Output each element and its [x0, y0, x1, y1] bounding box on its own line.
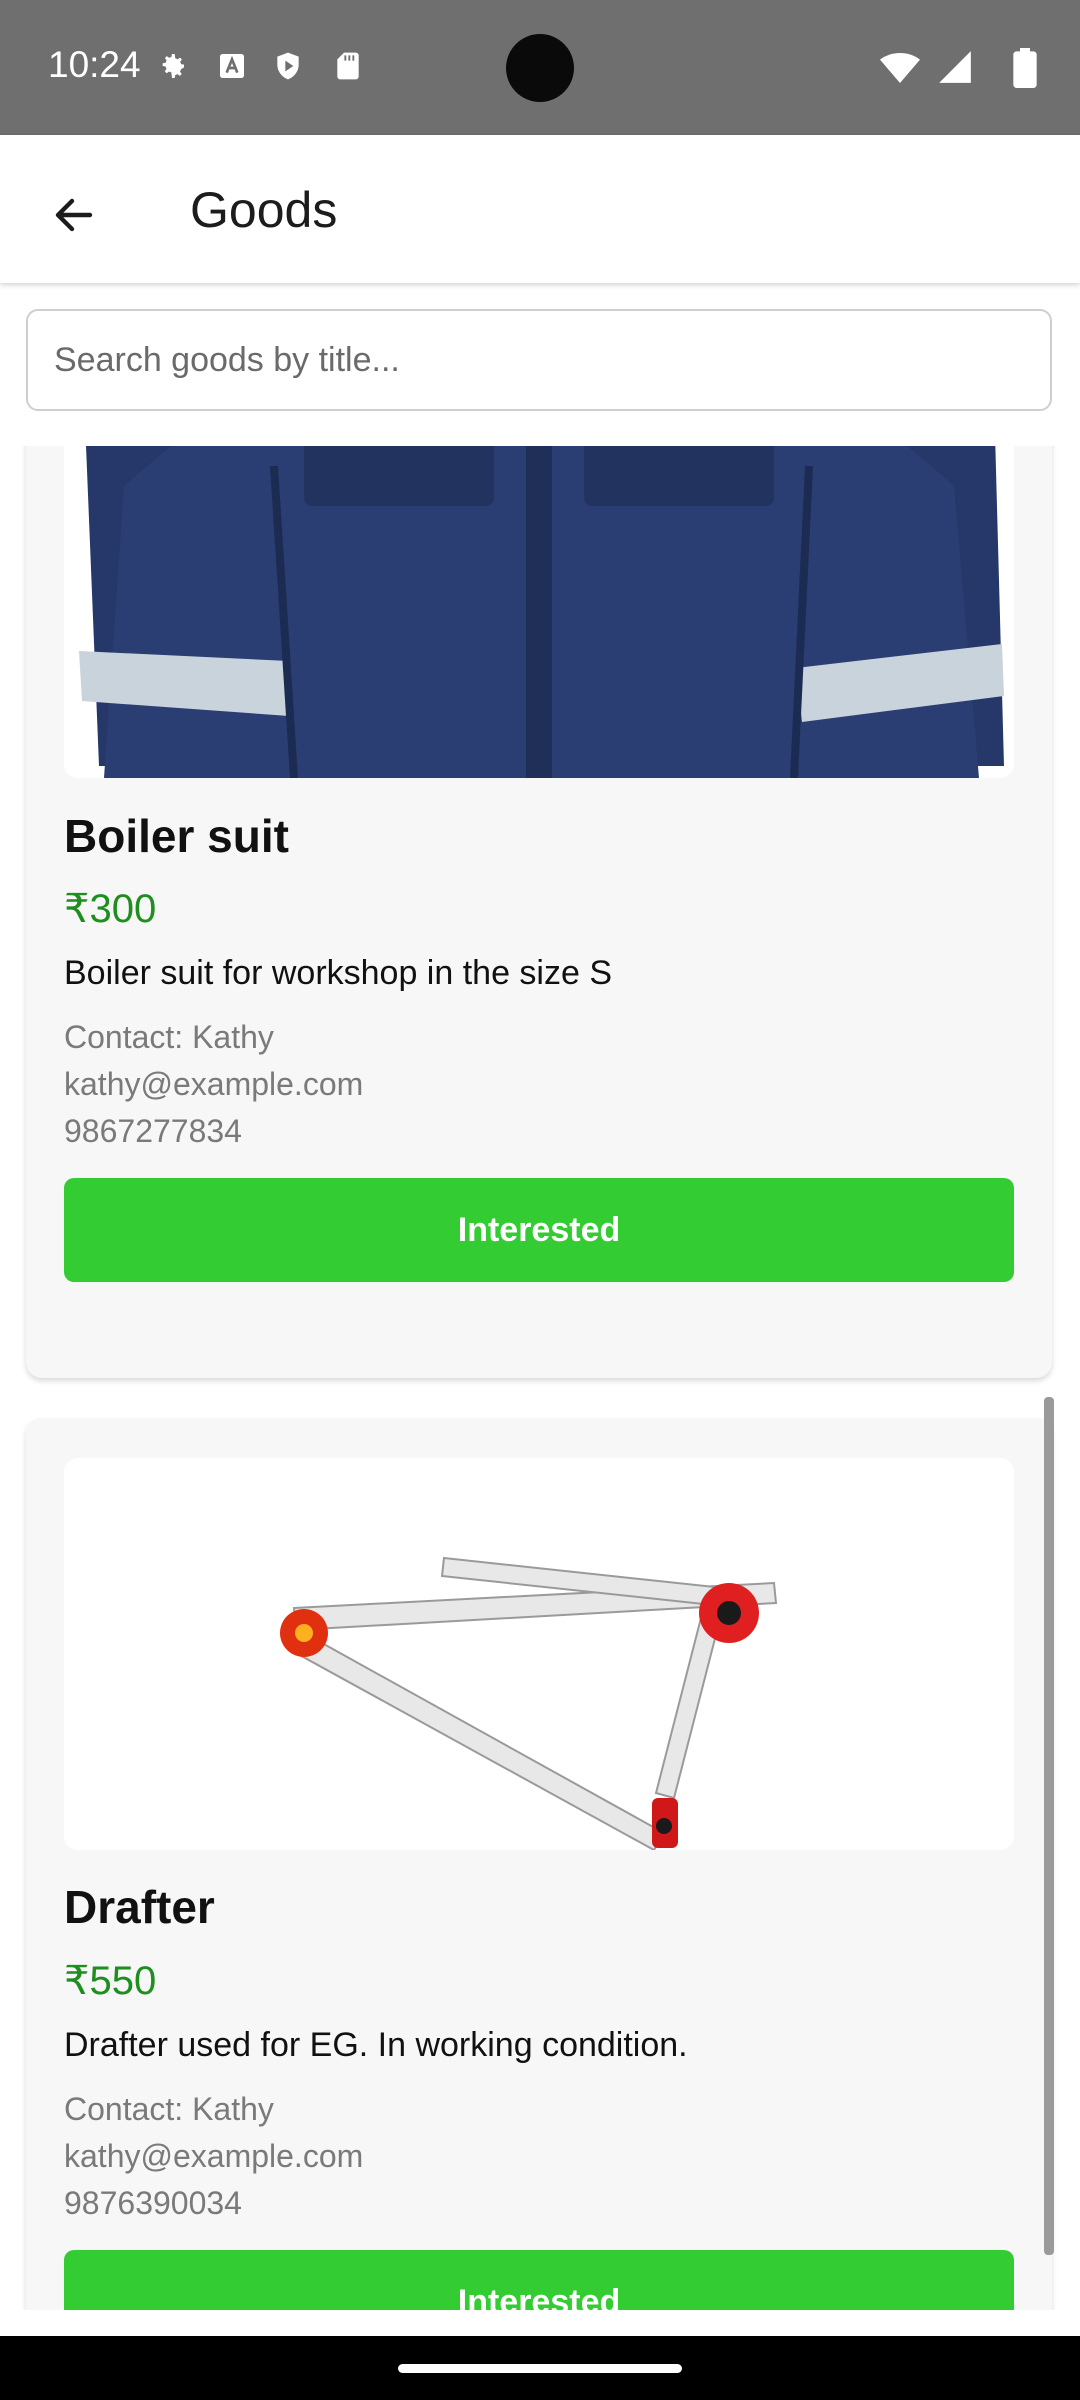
- goods-title: Drafter: [64, 1881, 215, 1933]
- status-bar: 10:24: [0, 0, 1080, 135]
- app-bar: Goods: [0, 135, 1080, 283]
- goods-card: Drafter ₹550 Drafter used for EG. In wor…: [26, 1418, 1052, 2310]
- goods-image: [64, 446, 1014, 778]
- signal-icon: [939, 51, 971, 83]
- goods-description: Boiler suit for workshop in the size S: [64, 954, 613, 992]
- goods-email: kathy@example.com: [64, 2138, 364, 2174]
- goods-contact: Contact: Kathy: [64, 1019, 274, 1055]
- goods-description: Drafter used for EG. In working conditio…: [64, 2026, 688, 2064]
- back-button[interactable]: [38, 179, 110, 251]
- goods-phone: 9876390034: [64, 2185, 242, 2221]
- status-time: 10:24: [48, 44, 141, 85]
- font-a-icon: [220, 54, 244, 78]
- goods-email: kathy@example.com: [64, 1066, 364, 1102]
- scrollbar[interactable]: [1044, 1397, 1054, 2255]
- battery-icon: [1013, 48, 1037, 88]
- goods-title: Boiler suit: [64, 810, 289, 862]
- shield-play-icon: [277, 52, 299, 80]
- goods-list[interactable]: Boiler suit ₹300 Boiler suit for worksho…: [0, 446, 1080, 2310]
- front-camera: [506, 34, 574, 102]
- goods-contact: Contact: Kathy: [64, 2091, 274, 2127]
- wifi-icon: [880, 53, 920, 83]
- goods-price: ₹300: [64, 887, 157, 931]
- interested-button[interactable]: Interested: [64, 1178, 1014, 1282]
- home-gesture-handle[interactable]: [398, 2364, 682, 2373]
- arrow-left-icon: [55, 198, 93, 232]
- sd-card-icon: [337, 52, 359, 80]
- goods-image: [64, 1458, 1014, 1850]
- interested-button[interactable]: Interested: [64, 2250, 1014, 2310]
- goods-card: Boiler suit ₹300 Boiler suit for worksho…: [26, 446, 1052, 1378]
- page-title: Goods: [190, 182, 338, 238]
- gear-icon: [162, 54, 184, 78]
- search-input[interactable]: [26, 309, 1052, 411]
- goods-price: ₹550: [64, 1959, 157, 2003]
- goods-phone: 9867277834: [64, 1113, 242, 1149]
